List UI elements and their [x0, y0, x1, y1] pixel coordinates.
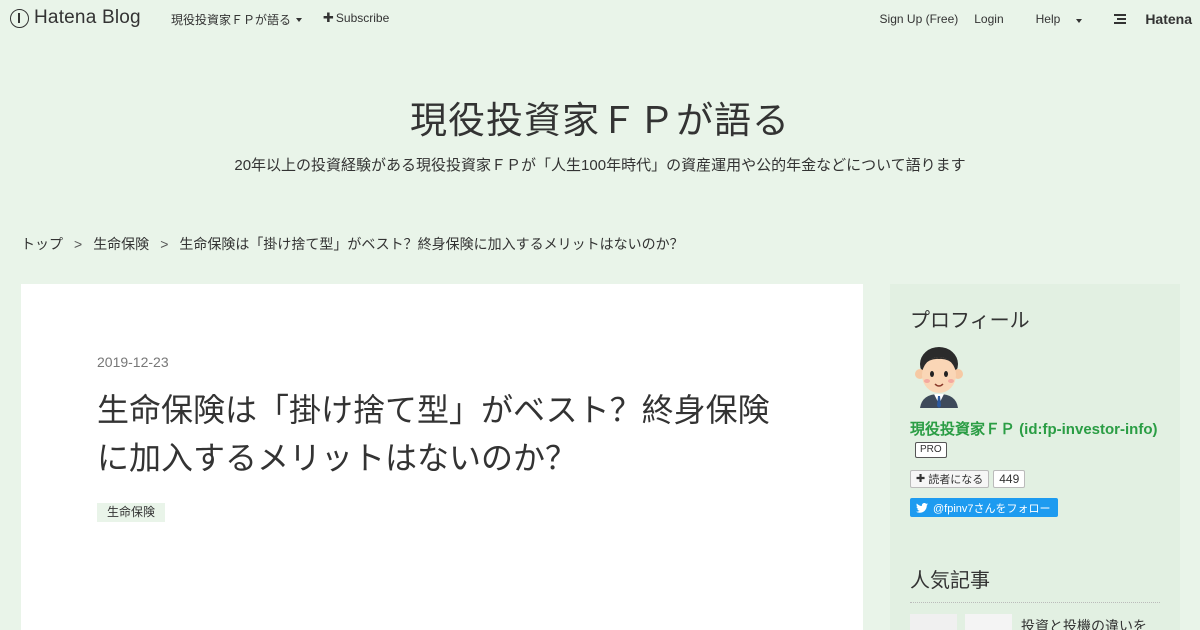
blog-title[interactable]: 現役投資家ＦＰが語る: [0, 90, 1200, 144]
popular-heading: 人気記事: [910, 570, 990, 592]
blog-menu-dropdown[interactable]: 現役投資家ＦＰが語る: [171, 11, 303, 28]
pro-badge[interactable]: PRO: [915, 442, 947, 458]
avatar[interactable]: [912, 344, 966, 408]
popular-article-link[interactable]: 投資と投機の違いを: [1021, 616, 1147, 630]
article-title[interactable]: 生命保険は「掛け捨て型」がベスト？終身保険に加入するメリットはないのか？: [97, 386, 797, 482]
login-link[interactable]: Login: [974, 12, 1003, 26]
signup-link[interactable]: Sign Up (Free): [880, 12, 959, 26]
profile-name[interactable]: 現役投資家ＦＰ (id:fp-investor-info): [910, 418, 1157, 439]
breadcrumb: トップ > 生命保険 > 生命保険は「掛け捨て型」がベスト？終身保険に加入するメ…: [21, 234, 684, 254]
header-right-menu: Sign Up (Free) Login Help Hatena: [864, 11, 1192, 27]
reader-button-label: 読者になる: [928, 474, 984, 486]
breadcrumb-category[interactable]: 生命保険: [93, 234, 149, 254]
hatena-blog-logo-icon: [10, 8, 29, 28]
divider: [910, 602, 1160, 603]
breadcrumb-separator: >: [74, 236, 83, 252]
article-date[interactable]: 2019-12-23: [97, 354, 169, 370]
hatena-logo-icon: [1114, 14, 1127, 24]
blog-menu-label: 現役投資家ＦＰが語る: [171, 13, 292, 27]
hatena-logo-link[interactable]: Hatena: [1098, 11, 1192, 27]
subscribe-reader-button[interactable]: ✚ 読者になる 449: [910, 470, 1026, 488]
help-label: Help: [1035, 12, 1061, 26]
profile-heading: プロフィール: [910, 310, 1030, 332]
plus-icon: ✚: [323, 10, 334, 25]
hatena-blog-logo[interactable]: Hatena Blog: [10, 7, 141, 29]
twitter-button-label: @fpinv7さんをフォロー: [933, 502, 1051, 515]
chevron-down-icon: [1076, 19, 1083, 23]
sidebar: プロフィール 現役投資家ＦＰ (id:fp-investor-info) PRO…: [890, 284, 1180, 630]
hatena-label: Hatena: [1145, 11, 1192, 27]
popular-thumbnail[interactable]: [965, 614, 1012, 630]
help-menu[interactable]: Help: [1020, 12, 1083, 26]
global-header: Hatena Blog 現役投資家ＦＰが語る ✚ Subscribe Sign …: [0, 0, 1200, 36]
logo-text: Hatena Blog: [34, 7, 141, 28]
article-card: 2019-12-23 生命保険は「掛け捨て型」がベスト？終身保険に加入するメリッ…: [21, 284, 863, 630]
reader-count: 449: [993, 470, 1026, 488]
subscribe-label: Subscribe: [335, 11, 390, 25]
subscribe-button[interactable]: ✚ Subscribe: [323, 11, 389, 25]
twitter-follow-button[interactable]: @fpinv7さんをフォロー: [910, 498, 1058, 517]
chevron-down-icon: [296, 17, 303, 22]
blog-description: 20年以上の投資経験がある現役投資家ＦＰが「人生100年時代」の資産運用や公的年…: [234, 157, 966, 174]
breadcrumb-current: 生命保険は「掛け捨て型」がベスト？終身保険に加入するメリットはないのか？: [179, 236, 684, 252]
reader-button-main[interactable]: ✚ 読者になる: [910, 470, 990, 488]
category-tag[interactable]: 生命保険: [97, 503, 166, 522]
plus-icon: ✚: [916, 473, 926, 485]
twitter-bird-icon: [916, 502, 928, 513]
breadcrumb-top[interactable]: トップ: [21, 234, 63, 254]
breadcrumb-separator: >: [160, 236, 169, 252]
popular-thumbnail[interactable]: [910, 614, 957, 630]
